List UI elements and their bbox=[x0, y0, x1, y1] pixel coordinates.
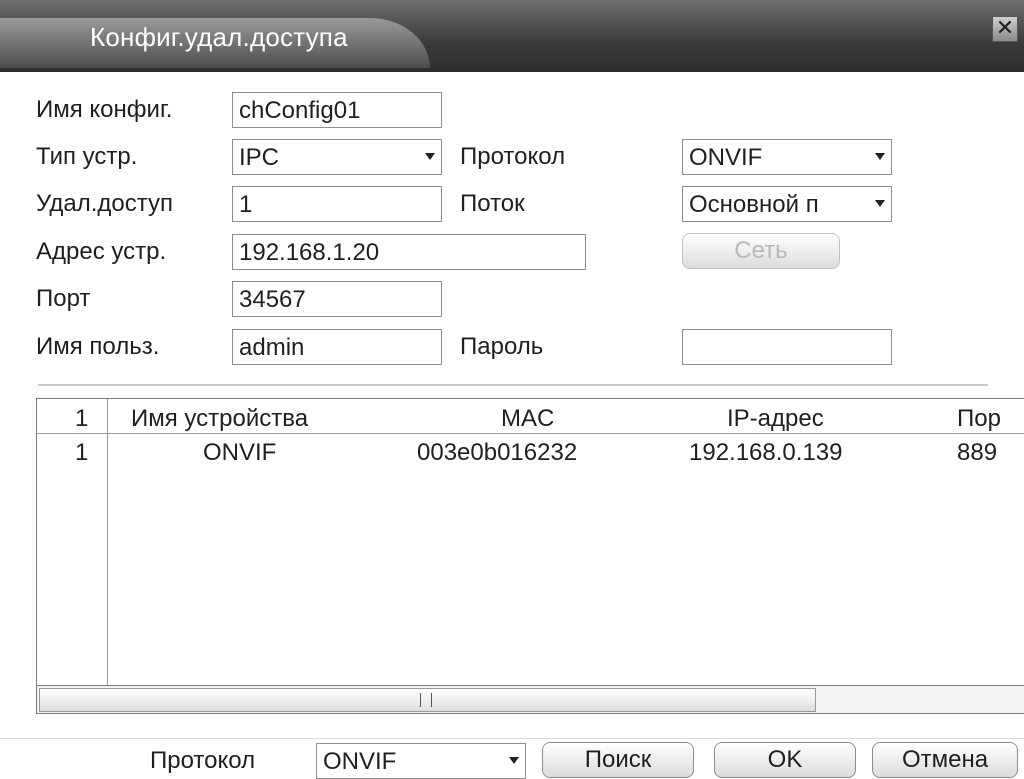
port-field[interactable]: 34567 bbox=[232, 281, 442, 317]
section-divider bbox=[38, 384, 988, 386]
network-button[interactable]: Сеть bbox=[682, 233, 840, 269]
device-address-field[interactable]: 192.168.1.20 bbox=[232, 234, 586, 270]
chevron-down-icon bbox=[875, 200, 885, 207]
stream-value: Основной п bbox=[689, 191, 819, 218]
password-field[interactable] bbox=[682, 329, 892, 365]
footer-protocol-label: Протокол bbox=[150, 747, 256, 774]
search-button[interactable]: Поиск bbox=[542, 742, 694, 778]
row-index: 1 bbox=[75, 439, 89, 466]
device-table: 1 Имя устройства MAC IP-адрес Пор 1 ONVI… bbox=[36, 398, 1024, 714]
header-ip-address[interactable]: IP-адрес bbox=[727, 405, 824, 433]
title-bar: Конфиг.удал.доступа ✕ bbox=[0, 0, 1024, 72]
header-index[interactable]: 1 bbox=[75, 405, 88, 433]
stream-label: Поток bbox=[460, 190, 525, 217]
ok-button[interactable]: OK bbox=[714, 742, 856, 778]
footer-divider bbox=[0, 738, 1024, 739]
config-name-field[interactable]: chConfig01 bbox=[232, 92, 442, 128]
row-ip-address: 192.168.0.139 bbox=[689, 439, 843, 466]
close-button[interactable]: ✕ bbox=[992, 16, 1018, 42]
header-port[interactable]: Пор bbox=[957, 405, 1001, 433]
device-type-select[interactable]: IPC bbox=[232, 139, 442, 175]
row-mac: 003e0b016232 bbox=[417, 439, 578, 466]
device-type-label: Тип устр. bbox=[36, 143, 138, 170]
chevron-down-icon bbox=[875, 153, 885, 160]
scrollbar-thumb[interactable] bbox=[39, 688, 816, 712]
chevron-down-icon bbox=[509, 757, 519, 764]
device-type-value: IPC bbox=[239, 144, 280, 171]
chevron-down-icon bbox=[425, 153, 435, 160]
password-label: Пароль bbox=[460, 333, 544, 360]
column-divider bbox=[107, 399, 108, 685]
cancel-button[interactable]: Отмена bbox=[872, 742, 1018, 778]
remote-channel-field[interactable]: 1 bbox=[232, 186, 442, 222]
footer-protocol-value: ONVIF bbox=[323, 748, 397, 775]
window-title: Конфиг.удал.доступа bbox=[90, 22, 348, 52]
config-name-label: Имя конфиг. bbox=[36, 96, 173, 123]
port-label: Порт bbox=[36, 285, 91, 312]
header-device-name[interactable]: Имя устройства bbox=[131, 405, 308, 433]
protocol-select[interactable]: ONVIF bbox=[682, 139, 892, 175]
row-device-name: ONVIF bbox=[203, 439, 277, 466]
protocol-value: ONVIF bbox=[689, 144, 763, 171]
header-mac[interactable]: MAC bbox=[501, 405, 554, 433]
grip-icon bbox=[420, 693, 432, 707]
username-label: Имя польз. bbox=[36, 333, 160, 360]
horizontal-scrollbar[interactable] bbox=[37, 685, 1024, 713]
device-address-label: Адрес устр. bbox=[36, 238, 167, 265]
stream-select[interactable]: Основной п bbox=[682, 186, 892, 222]
remote-channel-label: Удал.доступ bbox=[36, 190, 174, 217]
username-field[interactable]: admin bbox=[232, 329, 442, 365]
row-port: 889 bbox=[957, 439, 998, 466]
footer-protocol-select[interactable]: ONVIF bbox=[316, 743, 526, 779]
protocol-label: Протокол bbox=[460, 143, 566, 170]
